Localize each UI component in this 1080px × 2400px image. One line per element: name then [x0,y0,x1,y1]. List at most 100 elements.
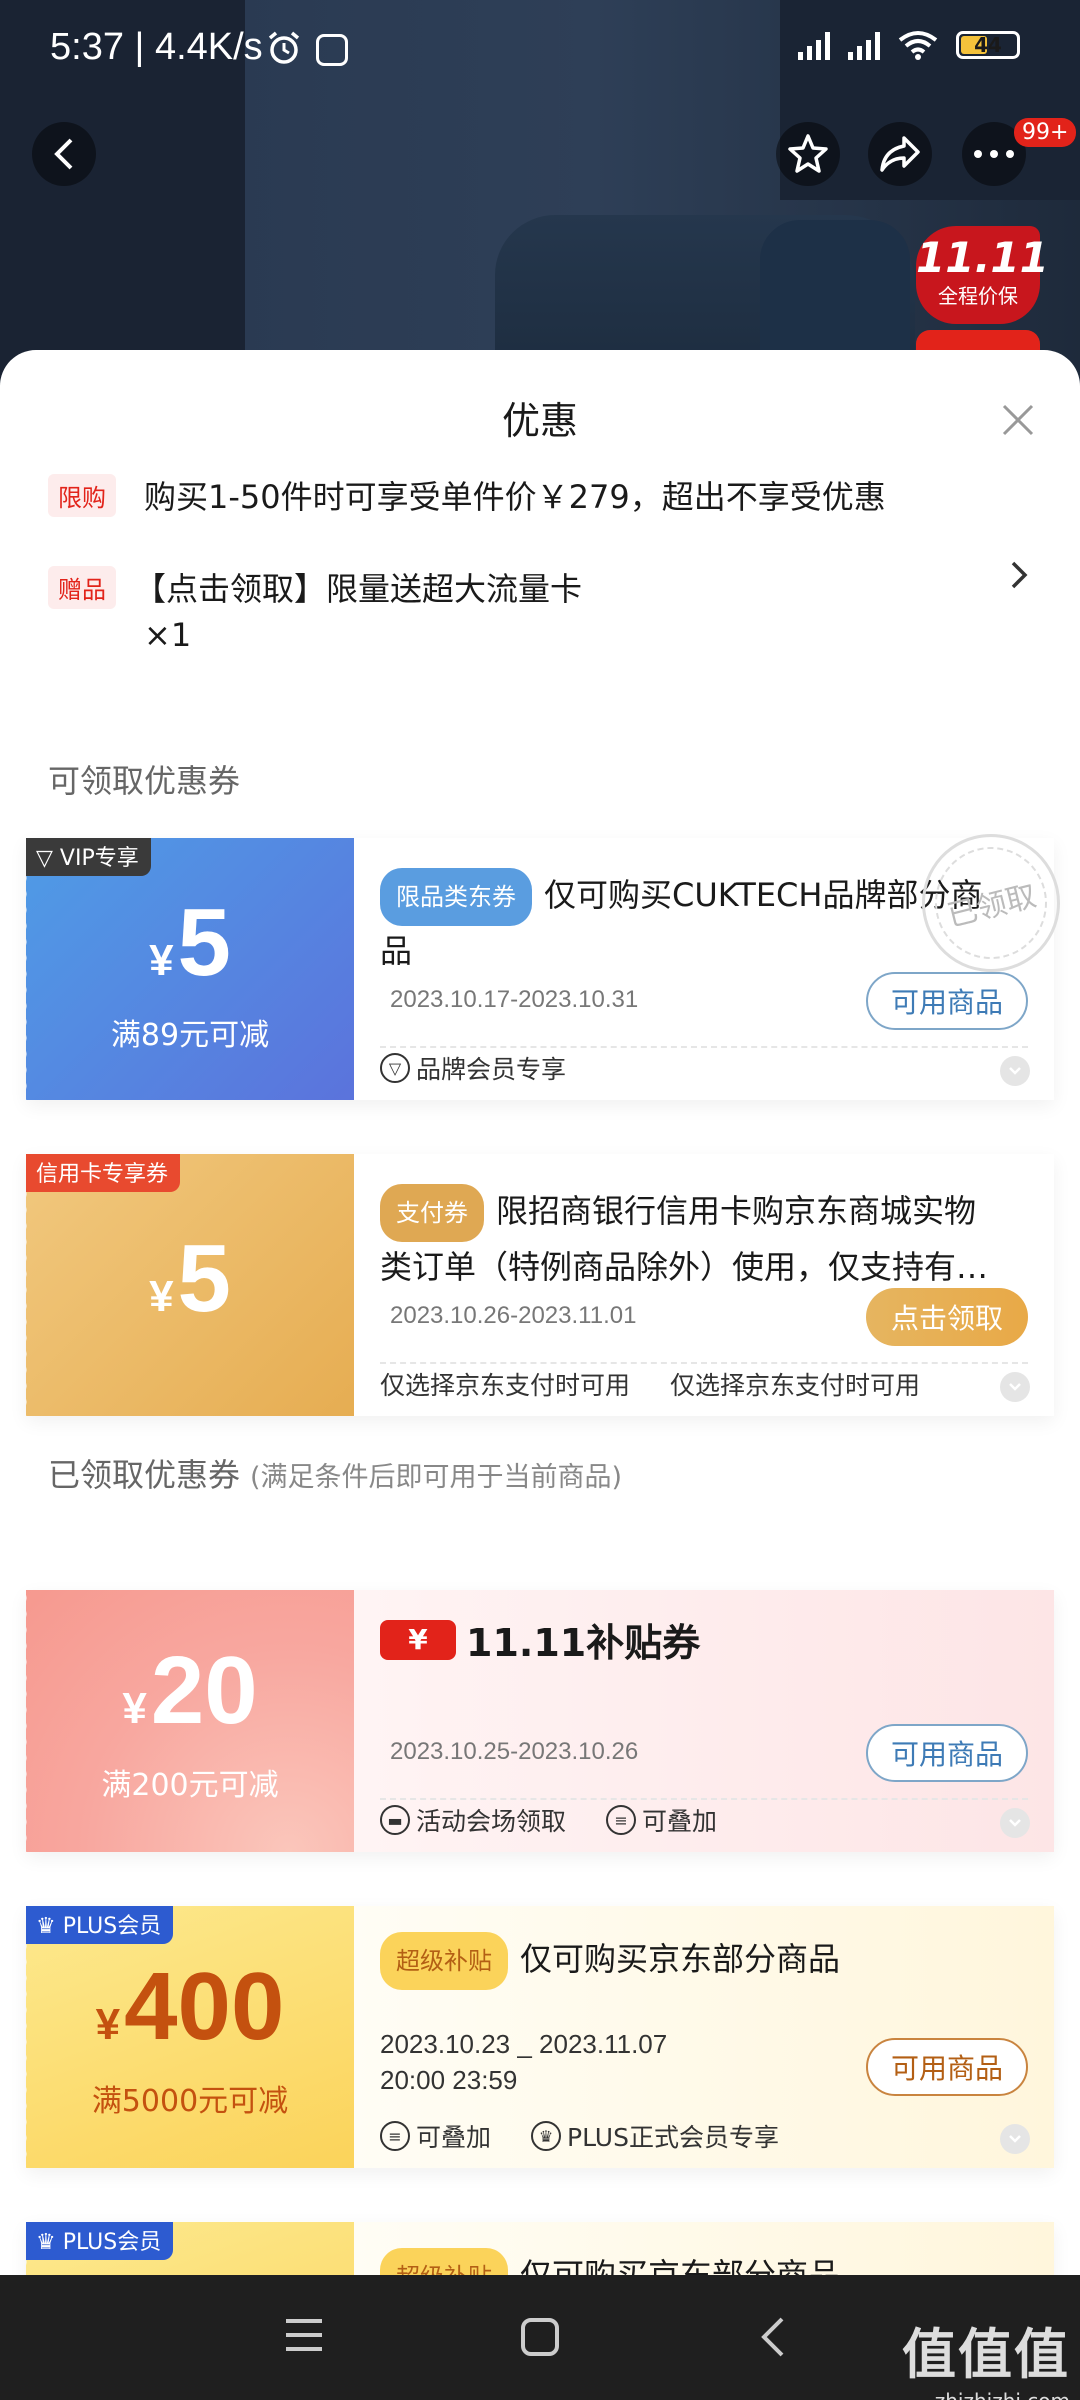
back-icon[interactable] [758,2315,788,2359]
coupon-date: 2023.10.17-2023.10.31 [390,986,639,1013]
received-stamp-text: 已领取 [943,878,1040,935]
subsidy-logo: ¥ [380,1619,456,1660]
discount-sheet: 优惠 限购 购买1-50件时可享受单件价￥279，超出不享受优惠 赠品 【点击领… [0,350,1080,2275]
coupon-amount-panel: ♛ PLUS会员 [26,2222,354,2275]
credit-card-tag: 信用卡专享券 [26,1154,181,1192]
share-button[interactable] [868,122,932,186]
plus-member-tag: ♛ PLUS会员 [26,1906,174,1944]
coupon-card: ♛ PLUS会员 超级补贴仅可购买京东部分商品 [26,2222,1054,2275]
divider [380,1046,1028,1048]
coupon-foot-note: 品牌会员专享 [416,1055,567,1084]
chevron-down-icon [1009,1819,1021,1827]
currency-symbol: ¥ [95,2000,121,2049]
promo-price-protect-label: 全程价保 [938,284,1018,308]
message-count-badge: 99+ [1014,118,1077,147]
coupon-card: ▽ VIP专享 ¥5 满89元可减 限品类东券 仅可购买CUKTECH品牌部分商品… [26,819,1075,1100]
star-icon [788,134,828,173]
available-coupons-title: 可领取优惠券 [48,762,241,800]
coupon-time-line: 20:00 23:59 [380,2065,518,2095]
coupon-type-tag: 限品类东券 [380,868,532,926]
vip-icon: ▽ [36,846,60,871]
chevron-left-icon [54,138,73,170]
menu-icon[interactable] [284,2317,324,2353]
coupon-date: 2023.10.23 _ 2023.11.07 20:00 23:59 [380,2026,667,2098]
coupon-condition: 满89元可减 [110,1018,270,1053]
coupon-amount: 5 [177,1225,231,1332]
coupon-amount-panel: ▽ VIP专享 ¥5 满89元可减 [26,838,354,1100]
coupon-foot-note: PLUS正式会员专享 [567,2123,779,2152]
coupon-card: 信用卡专享券 ¥5 支付券 限招商银行信用卡购京东商城实物类订单（特例商品除外）使… [26,1154,1054,1416]
chevron-down-icon [1009,1383,1021,1391]
sheet-title: 优惠 [501,399,578,443]
usable-products-button[interactable]: 可用商品 [866,2038,1028,2096]
status-time: 5:37 | 4.4K/s [50,26,263,68]
received-coupons-title: 已领取优惠券 (满足条件后即可用于当前商品) [48,1450,622,1496]
coupon-condition: 满200元可减 [101,1768,279,1803]
alarm-icon [268,31,300,64]
divider [380,1798,1028,1800]
limit-tag: 限购 [48,474,116,517]
chevron-right-icon[interactable] [1010,560,1028,590]
battery-level: 44 [974,33,1002,57]
limit-purchase-row: 限购 购买1-50件时可享受单件价￥279，超出不享受优惠 [48,474,886,520]
favorite-button[interactable] [776,122,840,186]
back-button[interactable] [32,122,96,186]
stackable-icon: ≡ [380,2121,410,2151]
gift-row[interactable]: 赠品 【点击领取】限量送超大流量卡 ×1 [48,566,582,658]
venue-icon: ▬ [380,1805,410,1835]
currency-symbol: ¥ [122,1684,147,1733]
coupon-description: 仅可购买京东部分商品 [520,1940,841,1978]
received-coupons-label: 已领取优惠券 [48,1456,241,1494]
usable-products-button[interactable]: 可用商品 [866,972,1028,1030]
brand-member-icon: ▽ [380,1053,410,1083]
currency-symbol: ¥ [149,936,174,985]
app-status-icon [316,34,348,66]
coupon-description: 仅可购买京东部分商品 [520,2256,841,2275]
coupon-amount-panel: ¥20 满200元可减 [26,1590,354,1852]
more-icon [974,150,1014,158]
expand-button[interactable] [1000,1056,1030,1086]
coupon-foot-note: 仅选择京东支付时可用 [380,1371,631,1400]
battery-icon: 44 [956,31,1020,59]
usable-products-button[interactable]: 可用商品 [866,1724,1028,1782]
watermark: 值值值 zhizhizhi.com [902,2310,1070,2400]
expand-button[interactable] [1000,1372,1030,1402]
promo-1111-label: 11.11 [916,233,1049,282]
expand-button[interactable] [1000,2124,1030,2154]
chevron-down-icon [1009,2135,1021,2143]
signal-icon [798,30,830,60]
gift-quantity: ×1 [144,616,192,654]
coupon-card: ¥20 满200元可减 ¥ 11.11补贴券 2023.10.25-2023.1… [26,1590,1054,1852]
claim-coupon-button[interactable]: 点击领取 [866,1288,1028,1346]
close-icon[interactable] [998,400,1038,440]
divider [380,1362,1028,1364]
coupon-foot-note: 活动会场领取 [416,1807,567,1836]
expand-button[interactable] [1000,1808,1030,1838]
coupon-date: 2023.10.26-2023.11.01 [390,1302,637,1329]
price-protection-badge[interactable]: 11.11 全程价保 [916,226,1049,324]
share-icon [880,136,920,172]
gift-text: 【点击领取】限量送超大流量卡 [134,570,583,608]
chevron-down-icon [1009,1067,1021,1075]
gift-tag: 赠品 [48,566,116,609]
vip-tag-label: VIP专享 [59,846,139,871]
coupon-date-line: 2023.10.23 _ 2023.11.07 [380,2029,668,2059]
coupon-amount: 20 [150,1637,258,1744]
coupon-card: ♛ PLUS会员 ¥400 满5000元可减 超级补贴 仅可购买京东部分商品 20… [26,1906,1054,2168]
coupon-date: 2023.10.25-2023.10.26 [390,1738,639,1765]
coupon-type-tag: 超级补贴 [380,2248,508,2275]
coupon-amount-panel: ♛ PLUS会员 ¥400 满5000元可减 [26,1906,354,2168]
signal-icon [848,30,880,60]
coupon-foot-note: 仅选择京东支付时可用 [670,1371,921,1400]
coupon-type-tag: 支付券 [380,1184,484,1242]
crown-icon: ♛ [531,2121,562,2151]
received-coupons-subtitle: (满足条件后即可用于当前商品) [250,1462,623,1493]
coupon-amount: 400 [124,1953,285,2060]
coupon-foot-note: 可叠加 [416,2123,492,2152]
vip-tag: ▽ VIP专享 [26,838,151,876]
home-icon[interactable] [520,2317,560,2357]
stackable-icon: ≡ [606,1805,637,1835]
watermark-url: zhizhizhi.com [902,2389,1070,2400]
crown-icon: ♛ [36,1914,63,1939]
coupon-type-tag: 超级补贴 [380,1932,508,1990]
